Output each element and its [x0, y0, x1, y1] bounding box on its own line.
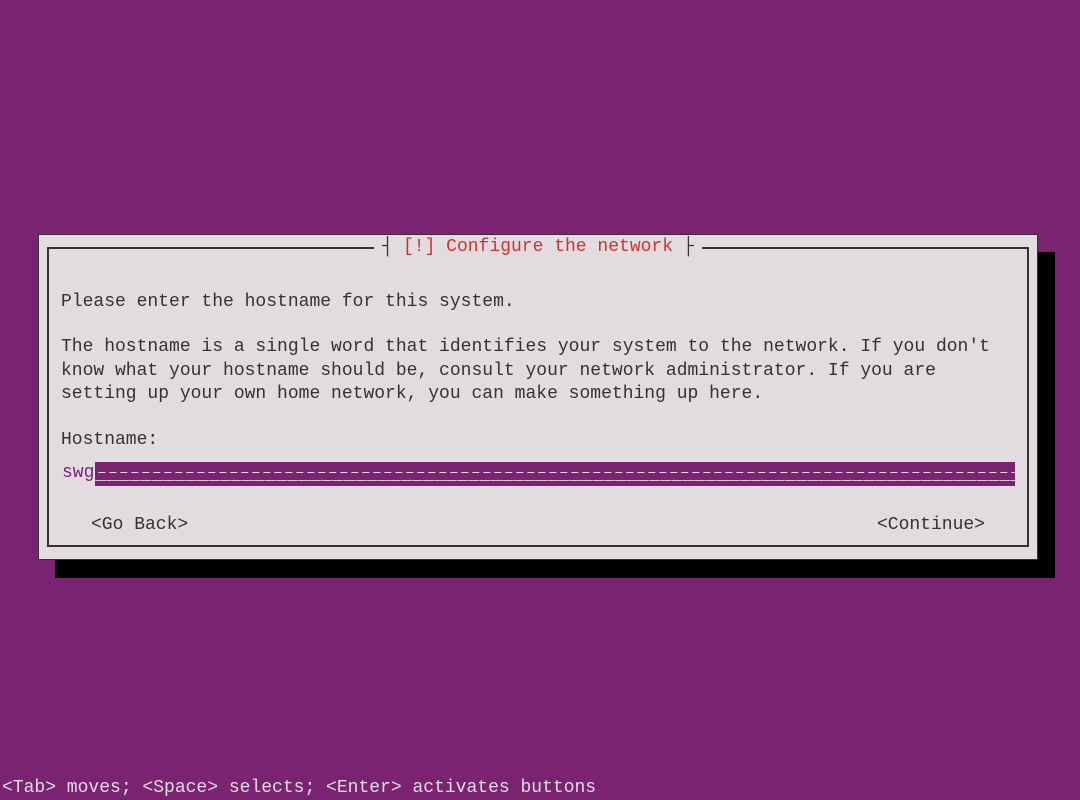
hostname-value: swg [61, 462, 95, 485]
continue-button[interactable]: <Continue> [877, 514, 985, 537]
title-bracket-right: ├ [683, 237, 694, 257]
hostname-input[interactable]: swg [61, 462, 1015, 486]
button-row: <Go Back> <Continue> [61, 514, 1015, 537]
dialog-title-wrap: ┤ [!] Configure the network ├ [374, 237, 702, 257]
hostname-input-filler [95, 472, 1015, 473]
network-config-dialog: ┤ [!] Configure the network ├ Please ent… [38, 234, 1038, 560]
description-text: The hostname is a single word that ident… [61, 336, 1015, 406]
dialog-border: ┤ [!] Configure the network ├ Please ent… [47, 247, 1029, 547]
keyboard-hint: <Tab> moves; <Space> selects; <Enter> ac… [2, 778, 596, 798]
dialog-content: Please enter the hostname for this syste… [49, 249, 1027, 549]
intro-text: Please enter the hostname for this syste… [61, 291, 1015, 314]
go-back-button[interactable]: <Go Back> [91, 514, 188, 537]
dialog-title: [!] Configure the network [403, 237, 673, 257]
title-bracket-left: ┤ [382, 237, 393, 257]
hostname-label: Hostname: [61, 429, 1015, 452]
